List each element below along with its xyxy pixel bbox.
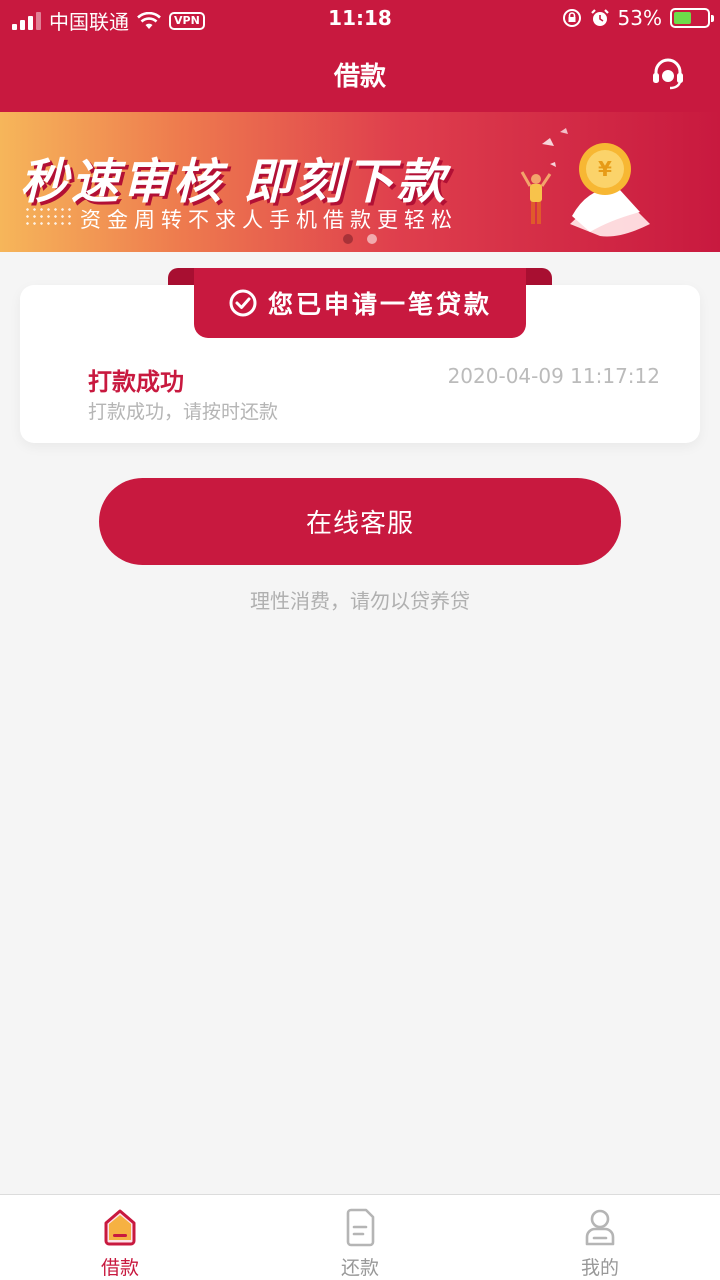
customer-service-icon[interactable] [650,56,686,92]
tab-repay[interactable]: 还款 [240,1195,480,1280]
tab-label: 还款 [340,1257,379,1279]
check-circle-icon [229,289,257,317]
page-title: 借款 [333,62,386,92]
tab-mine[interactable]: 我的 [480,1195,720,1280]
battery-percent: 53% [617,6,662,30]
alarm-icon [590,9,609,26]
nav-bar: 借款 [0,36,720,112]
tab-label: 我的 [580,1257,619,1279]
card-ribbon: 您已申请一笔贷款 [194,268,526,338]
banner-headline: 秒速审核 即刻下款 [20,154,448,210]
battery-icon [670,8,714,28]
promo-banner[interactable]: 秒速审核 即刻下款 资金周转不求人手机借款更轻松 ¥ [0,112,720,252]
banner-pager [0,234,720,244]
pager-dot[interactable] [367,234,377,244]
loan-timestamp: 2020-04-09 11:17:12 [447,364,660,388]
svg-text:¥: ¥ [598,157,612,181]
loan-status: 打款成功 [88,368,184,396]
online-service-button[interactable]: 在线客服 [99,478,621,565]
pager-dot[interactable] [343,234,353,244]
ribbon-text: 您已申请一笔贷款 [267,290,492,319]
dots-decoration [24,206,72,228]
tab-label: 借款 [100,1257,139,1279]
tab-loan[interactable]: 借款 [0,1195,240,1280]
loan-description: 打款成功，请按时还款 [88,401,279,423]
consumption-tip: 理性消费，请勿以贷养贷 [250,589,470,613]
home-icon [104,1209,136,1246]
document-icon [346,1208,375,1247]
banner-subtitle: 资金周转不求人手机借款更轻松 [80,208,458,232]
rotation-lock-icon [562,9,581,27]
tab-bar: 借款 还款 我的 [0,1194,720,1280]
user-icon [585,1209,615,1246]
status-bar: 中国联通 VPN 11:18 53% [0,0,720,36]
coin-illustration: ¥ [520,128,650,237]
